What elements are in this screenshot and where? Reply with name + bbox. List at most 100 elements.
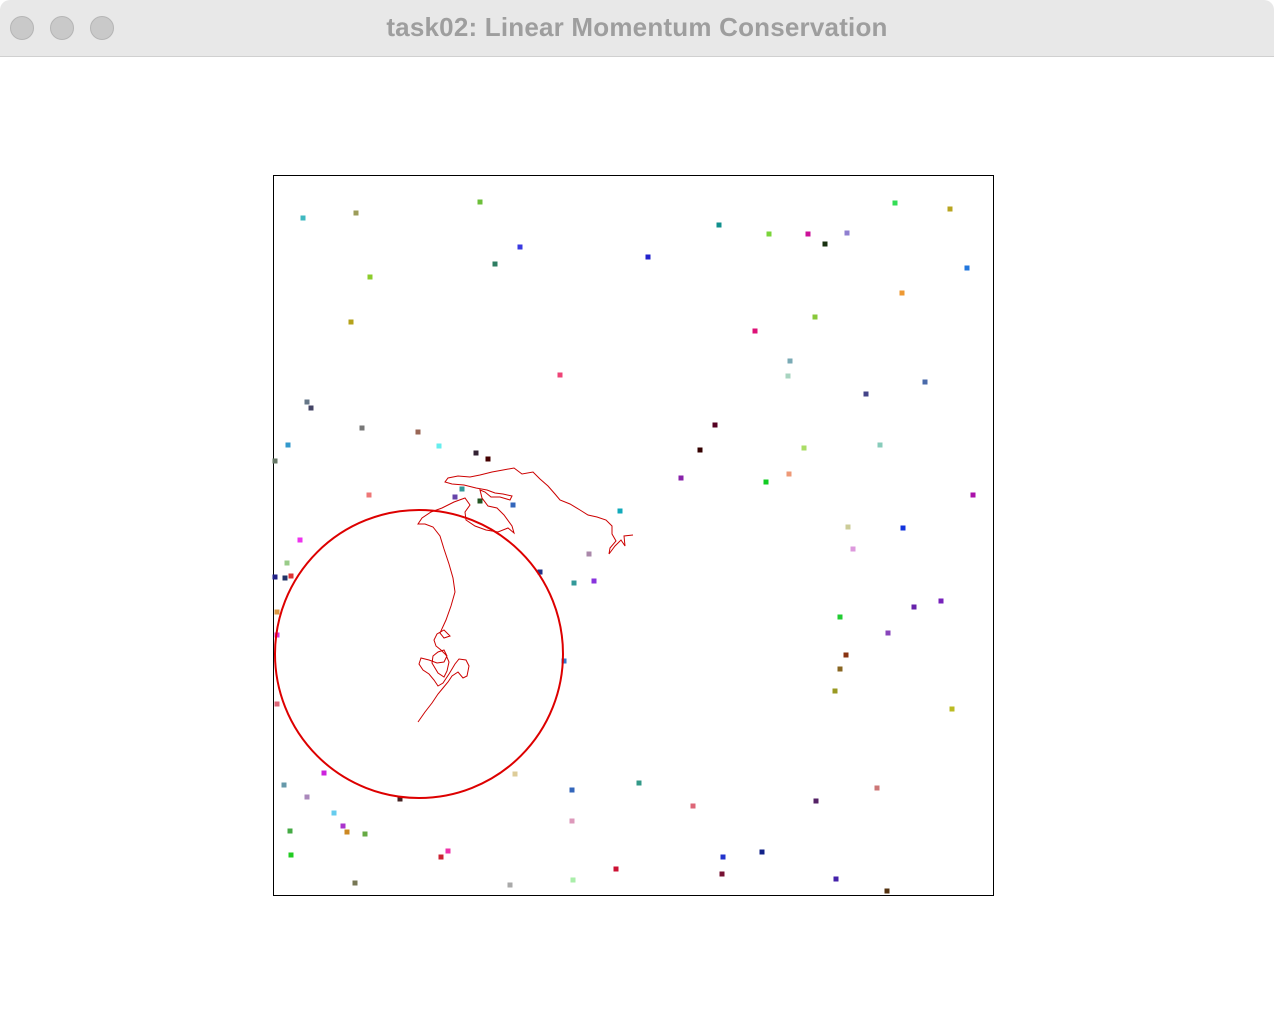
gas-particle	[272, 574, 278, 580]
gas-particle	[812, 314, 818, 320]
gas-particle	[415, 429, 421, 435]
gas-particle	[331, 810, 337, 816]
gas-particle	[786, 471, 792, 477]
gas-particle	[712, 422, 718, 428]
gas-particle	[832, 688, 838, 694]
gas-particle	[459, 486, 465, 492]
gas-particle	[636, 780, 642, 786]
title-bar[interactable]: task02: Linear Momentum Conservation	[0, 0, 1274, 57]
gas-particle	[766, 231, 772, 237]
gas-particle	[586, 551, 592, 557]
gas-particle	[900, 525, 906, 531]
gas-particle	[284, 560, 290, 566]
gas-particle	[837, 666, 843, 672]
gas-particle	[281, 782, 287, 788]
gas-particle	[308, 405, 314, 411]
gas-particle	[844, 230, 850, 236]
gas-particle	[801, 445, 807, 451]
gas-particle	[359, 425, 365, 431]
gas-particle	[362, 831, 368, 837]
gas-particle	[970, 492, 976, 498]
gas-particle	[507, 882, 513, 888]
simulation-border	[273, 175, 994, 896]
gas-particle	[845, 524, 851, 530]
gas-particle	[287, 828, 293, 834]
gas-particle	[352, 880, 358, 886]
gas-particle	[617, 508, 623, 514]
gas-particle	[557, 372, 563, 378]
gas-particle	[569, 818, 575, 824]
gas-particle	[282, 575, 288, 581]
gas-particle	[477, 498, 483, 504]
gas-particle	[288, 573, 294, 579]
gas-particle	[571, 580, 577, 586]
gas-particle	[833, 876, 839, 882]
gas-particle	[510, 502, 516, 508]
gas-particle	[911, 604, 917, 610]
gas-particle	[344, 829, 350, 835]
gas-particle	[445, 848, 451, 854]
gas-particle	[805, 231, 811, 237]
gas-particle	[719, 871, 725, 877]
gas-particle	[892, 200, 898, 206]
gas-particle	[964, 265, 970, 271]
gas-particle	[473, 450, 479, 456]
gas-particle	[899, 290, 905, 296]
gas-particle	[512, 771, 518, 777]
gas-particle	[785, 373, 791, 379]
gas-particle	[763, 479, 769, 485]
gas-particle	[947, 206, 953, 212]
window-title: task02: Linear Momentum Conservation	[386, 12, 888, 42]
gas-particle	[353, 210, 359, 216]
gas-particle	[759, 849, 765, 855]
gas-particle	[697, 447, 703, 453]
gas-particle	[843, 652, 849, 658]
gas-particle	[274, 609, 280, 615]
gas-particle	[938, 598, 944, 604]
gas-particle	[591, 578, 597, 584]
gas-particle	[678, 475, 684, 481]
gas-particle	[787, 358, 793, 364]
gas-particle	[340, 823, 346, 829]
gas-particle	[613, 866, 619, 872]
gas-particle	[348, 319, 354, 325]
gas-particle	[436, 443, 442, 449]
gas-particle	[300, 215, 306, 221]
gas-particle	[863, 391, 869, 397]
gas-particle	[690, 803, 696, 809]
gas-particle	[884, 888, 890, 894]
gas-particle	[716, 222, 722, 228]
gas-particle	[813, 798, 819, 804]
gas-particle	[885, 630, 891, 636]
gas-particle	[720, 854, 726, 860]
gas-particle	[285, 442, 291, 448]
gas-particle	[438, 854, 444, 860]
gas-particle	[321, 770, 327, 776]
gas-particle	[274, 701, 280, 707]
gas-particle	[822, 241, 828, 247]
gas-particle	[645, 254, 651, 260]
gas-particle	[850, 546, 856, 552]
gas-particle	[570, 877, 576, 883]
gas-particle	[452, 494, 458, 500]
gas-particle	[874, 785, 880, 791]
gas-particle	[877, 442, 883, 448]
app-window: task02: Linear Momentum Conservation	[0, 0, 1274, 1012]
gas-particle	[477, 199, 483, 205]
gas-particle	[949, 706, 955, 712]
gas-particle	[485, 456, 491, 462]
gas-particle	[288, 852, 294, 858]
gas-particle	[922, 379, 928, 385]
gas-particle	[367, 274, 373, 280]
gas-particle	[837, 614, 843, 620]
gas-particle	[569, 787, 575, 793]
gas-particle	[297, 537, 303, 543]
gas-particle	[492, 261, 498, 267]
simulation-canvas	[272, 175, 994, 896]
gas-particle	[366, 492, 372, 498]
gas-particle	[272, 458, 278, 464]
gas-particle	[752, 328, 758, 334]
gas-particle	[304, 794, 310, 800]
gas-particle	[517, 244, 523, 250]
gas-particle	[304, 399, 310, 405]
